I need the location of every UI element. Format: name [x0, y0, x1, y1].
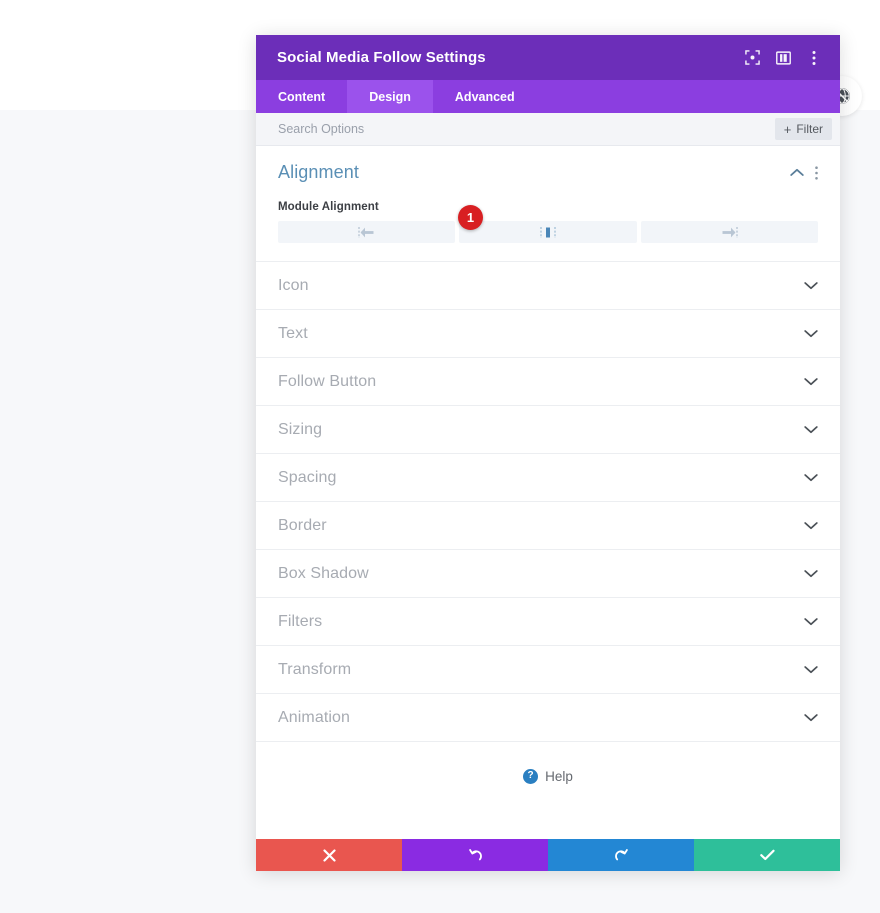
help-row[interactable]: ? Help	[256, 748, 840, 804]
align-right-button[interactable]	[640, 221, 818, 243]
toggle-label: Border	[278, 516, 327, 534]
chevron-up-icon[interactable]	[790, 168, 804, 177]
redo-button[interactable]	[548, 839, 694, 871]
modal-header: Social Media Follow Settings	[256, 35, 840, 80]
toggle-label: Icon	[278, 276, 309, 294]
help-question-icon: ?	[523, 768, 539, 784]
chevron-down-icon	[804, 521, 818, 530]
page-title: Social Media Follow Settings	[277, 49, 486, 66]
tab-design[interactable]: Design	[347, 80, 433, 113]
align-center-button[interactable]	[459, 221, 637, 243]
toggle-label: Sizing	[278, 420, 323, 438]
chevron-down-icon	[804, 617, 818, 626]
toggle-section-box-shadow[interactable]: Box Shadow	[256, 550, 840, 598]
module-alignment-label: Module Alignment	[278, 201, 379, 213]
header-icon-group	[744, 50, 822, 66]
modal-footer	[256, 839, 840, 871]
chevron-down-icon	[804, 329, 818, 338]
toggle-label: Transform	[278, 660, 352, 678]
toggle-label: Follow Button	[278, 372, 377, 390]
alignment-header-icons	[790, 165, 818, 180]
cancel-button[interactable]	[256, 839, 402, 871]
module-alignment-button-group: 1	[278, 205, 818, 243]
toggle-label: Box Shadow	[278, 564, 369, 582]
filter-button[interactable]: + Filter	[774, 118, 832, 140]
chevron-down-icon	[804, 665, 818, 674]
align-left-icon	[357, 226, 374, 238]
search-input[interactable]	[278, 122, 775, 136]
section-kebab-menu-icon[interactable]	[815, 165, 818, 180]
chevron-down-icon	[804, 425, 818, 434]
layout-columns-icon[interactable]	[775, 50, 791, 66]
plus-icon: +	[783, 121, 792, 137]
align-right-icon	[722, 226, 739, 238]
chevron-down-icon	[804, 473, 818, 482]
alignment-section-header: Alignment	[278, 162, 818, 183]
toggle-section-spacing[interactable]: Spacing	[256, 454, 840, 502]
tab-content[interactable]: Content	[256, 80, 347, 113]
chevron-down-icon	[804, 377, 818, 386]
alignment-section-title: Alignment	[278, 162, 359, 182]
toggle-section-animation[interactable]: Animation	[256, 694, 840, 742]
redo-icon	[614, 848, 628, 860]
undo-button[interactable]	[402, 839, 548, 871]
toggle-section-text[interactable]: Text	[256, 310, 840, 358]
close-icon	[322, 848, 336, 862]
chevron-down-icon	[804, 713, 818, 722]
help-label: Help	[545, 768, 573, 784]
toggle-section-transform[interactable]: Transform	[256, 646, 840, 694]
filter-button-label: Filter	[796, 122, 823, 136]
align-left-button[interactable]	[278, 221, 456, 243]
kebab-menu-icon[interactable]	[806, 50, 822, 66]
toggle-section-border[interactable]: Border	[256, 502, 840, 550]
expand-icon[interactable]	[744, 50, 760, 66]
align-center-icon	[540, 226, 556, 238]
step-marker-badge: 1	[458, 205, 483, 230]
toggle-label: Filters	[278, 612, 323, 630]
tab-advanced[interactable]: Advanced	[433, 80, 537, 113]
modal-body: Alignment Module Alignment 1 Icon Text F…	[256, 146, 840, 839]
chevron-down-icon	[804, 281, 818, 290]
toggle-section-icon[interactable]: Icon	[256, 262, 840, 310]
toggle-label: Animation	[278, 708, 351, 726]
toggle-section-sizing[interactable]: Sizing	[256, 406, 840, 454]
toggle-section-follow-button[interactable]: Follow Button	[256, 358, 840, 406]
check-icon	[759, 849, 775, 861]
settings-modal: Social Media Follow Settings Content Des…	[256, 35, 840, 871]
undo-icon	[468, 848, 482, 860]
save-button[interactable]	[694, 839, 840, 871]
chevron-down-icon	[804, 569, 818, 578]
toggle-label: Text	[278, 324, 308, 342]
toggle-label: Spacing	[278, 468, 337, 486]
search-row: + Filter	[256, 113, 840, 146]
toggle-section-filters[interactable]: Filters	[256, 598, 840, 646]
alignment-section: Alignment Module Alignment 1	[256, 146, 840, 262]
modal-tab-bar: Content Design Advanced	[256, 80, 840, 113]
